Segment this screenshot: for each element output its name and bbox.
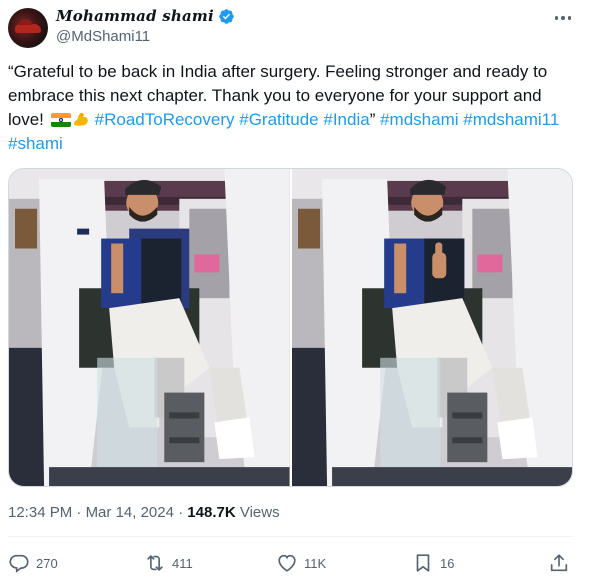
hashtag-link[interactable]: #RoadToRecovery: [95, 110, 235, 129]
tweet-time[interactable]: 12:34 PM: [8, 504, 72, 521]
reply-count: 270: [36, 555, 58, 571]
flag-india-icon: [50, 113, 71, 127]
repost-icon: [147, 555, 163, 571]
verified-badge-icon: [219, 8, 234, 24]
bookmark-count: 16: [440, 555, 455, 571]
more-options-icon[interactable]: [552, 9, 574, 27]
action-bar: 270 411 11K 16: [8, 549, 573, 577]
like-count: 11K: [304, 555, 327, 571]
author-name-row: Mohammad shami: [56, 7, 235, 25]
hashtag-link[interactable]: #mdshami11: [463, 110, 559, 129]
flexed-biceps-icon: [73, 112, 88, 126]
reply-icon: [9, 554, 29, 573]
repost-button[interactable]: 411: [144, 549, 193, 577]
repost-count: 411: [172, 555, 193, 571]
bookmark-icon: [416, 554, 430, 572]
tweet-photo[interactable]: [9, 169, 290, 486]
tweet-media: [8, 168, 573, 487]
tweet-text: “Grateful to be back in India after surg…: [8, 60, 573, 156]
reply-button[interactable]: 270: [8, 549, 58, 577]
author-display-name[interactable]: Mohammad shami: [56, 7, 214, 25]
airplane-seat-thumbs-up-photo: [291, 169, 572, 486]
tweet-card: Mohammad shami @MdShami11 “Grateful to b…: [0, 0, 593, 584]
meta-separator: ·: [178, 504, 184, 521]
author-handle[interactable]: @MdShami11: [56, 28, 150, 45]
closing-quote: ”: [369, 110, 376, 129]
tweet-date[interactable]: Mar 14, 2024: [86, 504, 174, 521]
like-button[interactable]: 11K: [276, 549, 326, 577]
meta-separator: ·: [76, 504, 82, 521]
airplane-seat-photo: [9, 169, 290, 486]
views-label: Views: [239, 504, 280, 521]
avatar-car-image: [15, 19, 41, 33]
share-button[interactable]: [548, 549, 570, 577]
divider: [8, 536, 573, 537]
author-avatar[interactable]: [8, 8, 48, 48]
hashtag-link[interactable]: #mdshami: [380, 110, 458, 129]
tweet-photo[interactable]: [291, 169, 572, 486]
hashtag-link[interactable]: #India: [323, 110, 369, 129]
tweet-meta: 12:34 PM · Mar 14, 2024 · 148.7K Views: [8, 504, 280, 521]
heart-icon: [278, 554, 296, 572]
share-icon: [550, 554, 568, 572]
views-count: 148.7K: [187, 504, 236, 521]
hashtag-link[interactable]: #Gratitude: [239, 110, 318, 129]
bookmark-button[interactable]: 16: [412, 549, 454, 577]
hashtag-link[interactable]: #shami: [8, 134, 63, 153]
